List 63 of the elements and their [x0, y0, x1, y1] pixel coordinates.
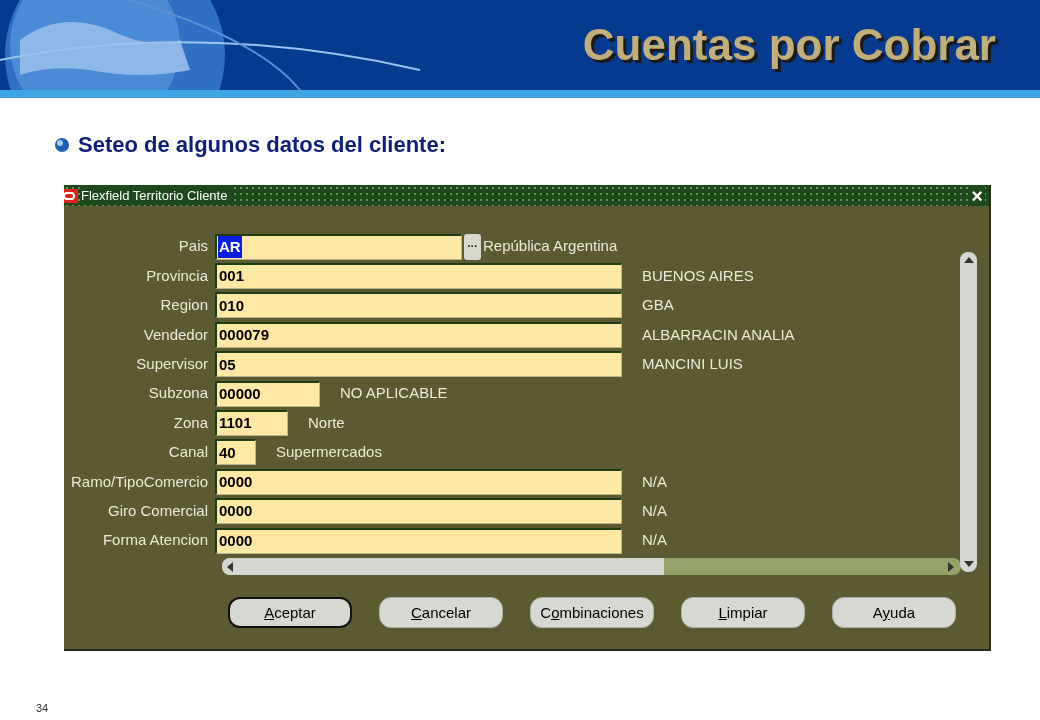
close-button[interactable]: × [969, 185, 985, 206]
input-field[interactable]: 1101 [215, 410, 288, 437]
field-label: Pais [177, 236, 209, 257]
vertical-scrollbar[interactable] [960, 252, 977, 572]
field-description: NO APLICABLE [340, 383, 448, 404]
field-label: Region [159, 295, 209, 316]
input-field[interactable]: 001 [215, 263, 622, 290]
field-value: 001 [218, 266, 246, 287]
down-arrow-icon [963, 560, 974, 568]
input-field[interactable]: 0000 [215, 527, 622, 554]
bullet-icon [55, 137, 69, 152]
field-description: República Argentina [483, 236, 618, 257]
field-description: GBA [642, 295, 674, 316]
field-description: ALBARRACIN ANALIA [642, 324, 795, 345]
field-value: 0000 [218, 530, 254, 551]
input-field[interactable]: 05 [215, 351, 622, 378]
field-value: 1101 [218, 413, 253, 434]
field-description: N/A [642, 471, 667, 492]
slide-title: Cuentas por Cobrar [582, 19, 996, 71]
horizontal-scrollbar[interactable] [222, 558, 961, 576]
field-label: Forma Atencion [101, 530, 209, 551]
field-label: Zona [172, 412, 209, 433]
field-description: MANCINI LUIS [642, 354, 743, 374]
app-icon [64, 188, 78, 203]
field-description: N/A [642, 500, 667, 521]
field-label: Supervisor [135, 354, 209, 374]
field-value: 00000 [218, 383, 262, 404]
up-arrow-icon [963, 256, 974, 264]
input-field[interactable]: 0000 [215, 468, 622, 495]
scrollbar-thumb[interactable] [222, 558, 664, 576]
field-value: 0000 [218, 472, 254, 493]
input-field[interactable]: 40 [215, 439, 256, 466]
input-field[interactable]: 000079 [215, 321, 622, 348]
field-value: AR [218, 235, 242, 259]
dialog-button[interactable]: Combinaciones [530, 597, 654, 629]
field-value: 000079 [218, 325, 271, 346]
field-description: BUENOS AIRES [642, 265, 754, 286]
field-value: 0000 [218, 501, 254, 522]
bullet-text: Seteo de algunos datos del cliente: [78, 131, 446, 159]
page-number: 34 [36, 701, 49, 716]
list-of-values-button[interactable]: ··· [464, 233, 481, 260]
field-description: N/A [642, 530, 667, 551]
input-field[interactable]: 00000 [215, 380, 320, 407]
field-label: Vendedor [142, 324, 209, 345]
left-arrow-icon [226, 561, 234, 572]
field-label: Subzona [147, 383, 209, 404]
input-field[interactable]: AR [215, 233, 462, 260]
dialog-button[interactable]: Limpiar [681, 597, 805, 629]
field-description: Norte [308, 412, 345, 433]
field-value: 40 [218, 442, 237, 463]
field-value: 05 [218, 354, 237, 375]
field-label: Provincia [145, 265, 209, 286]
field-value: 010 [218, 295, 246, 316]
field-label: Canal [167, 442, 209, 463]
dialog-button[interactable]: Cancelar [379, 597, 503, 629]
right-arrow-icon [947, 561, 955, 572]
input-field[interactable]: 0000 [215, 498, 622, 525]
field-label: Giro Comercial [106, 500, 209, 521]
dialog-button[interactable]: Ayuda [832, 597, 956, 629]
field-description: Supermercados [276, 442, 382, 463]
dialog-button[interactable]: Aceptar [228, 597, 352, 629]
field-label: Ramo/TipoComercio [70, 471, 209, 492]
input-field[interactable]: 010 [215, 292, 622, 319]
